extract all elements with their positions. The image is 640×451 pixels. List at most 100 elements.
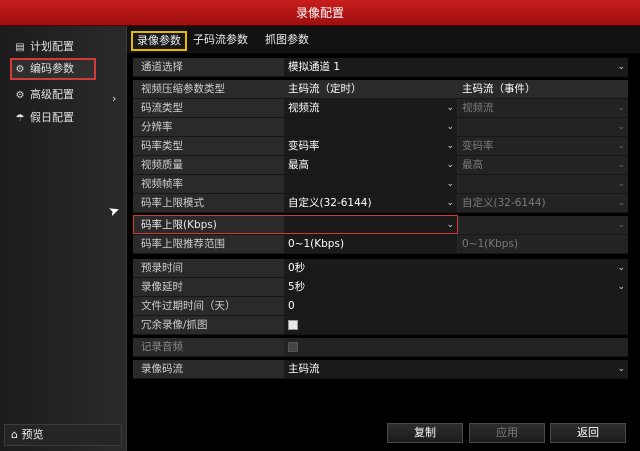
field-value: 变码率 — [288, 140, 320, 152]
frame-rate-select[interactable]: ⌄ — [284, 175, 457, 193]
sidebar-item-label: 计划配置 — [30, 40, 74, 53]
umbrella-icon: ☂ — [15, 113, 25, 124]
row-label: 码率上限模式 — [141, 197, 204, 209]
audio-row: 记录音频 — [133, 338, 628, 357]
expire-row: 文件过期时间（天） 0 — [133, 297, 628, 316]
chevron-down-icon: ⌄ — [617, 220, 625, 230]
stream-type-row: 码流类型 视频流 ⌄ 视频流 ⌄ — [133, 99, 628, 118]
chevron-down-icon: ⌄ — [617, 282, 625, 292]
audio-label: 记录音频 — [141, 341, 183, 353]
bitrate-limit-select[interactable]: ⌄ — [284, 216, 457, 234]
sidebar-item-holiday[interactable]: ☂ 假日配置 — [6, 107, 122, 129]
row-label: 分辨率 — [141, 121, 173, 133]
channel-row: 通道选择 模拟通道 1 ⌄ — [133, 58, 628, 77]
chevron-down-icon: ⌄ — [446, 122, 454, 132]
sidebar-item-label: 假日配置 — [30, 111, 74, 124]
apply-button[interactable]: 应用 — [469, 423, 545, 443]
field-value: 主码流 — [288, 363, 320, 375]
field-value: 视频流 — [462, 102, 494, 114]
chevron-down-icon: ⌄ — [617, 122, 625, 132]
bitrate-type-select[interactable]: 变码率 ⌄ — [284, 137, 457, 155]
expire-label: 文件过期时间（天） — [141, 300, 236, 312]
row-label: 视频质量 — [141, 159, 183, 171]
field-value: 0~1(Kbps) — [462, 238, 519, 250]
sidebar-item-advanced[interactable]: ⚙ 高级配置 — [6, 84, 122, 106]
bitrate-type-row: 码率类型 变码率 ⌄ 变码率 ⌄ — [133, 137, 628, 156]
chevron-down-icon: ⌄ — [617, 103, 625, 113]
chevron-down-icon: ⌄ — [617, 179, 625, 189]
field-value: 自定义(32-6144) — [462, 197, 546, 209]
advanced-icon: ⚙ — [15, 90, 25, 101]
resolution-select[interactable]: ⌄ — [284, 118, 457, 136]
chevron-down-icon: ⌄ — [617, 198, 625, 208]
stream-type-header-label: 视频压缩参数类型 — [141, 83, 225, 95]
bitrate-limit-mode-select[interactable]: 自定义(32-6144) ⌄ — [284, 194, 457, 212]
sidebar: ▤ 计划配置 ⚙ 编码参数 › ⚙ 高级配置 ☂ 假日配置 ➤ ⌂ 预览 — [0, 26, 127, 451]
prerecord-row: 预录时间 0秒 ⌄ — [133, 259, 628, 278]
tab-substream-params[interactable]: 子码流参数 — [189, 31, 252, 51]
chevron-down-icon: ⌄ — [446, 220, 454, 230]
row-label: 码率上限推荐范围 — [141, 238, 225, 250]
video-quality-event-select: 最高 ⌄ — [458, 156, 628, 174]
tab-record-params[interactable]: 录像参数 — [131, 31, 187, 51]
bitrate-range-value: 0~1(Kbps) — [284, 235, 457, 253]
home-icon: ⌂ — [11, 428, 18, 441]
video-quality-row: 视频质量 最高 ⌄ 最高 ⌄ — [133, 156, 628, 175]
field-value: 0 — [288, 300, 295, 312]
stream-type-select[interactable]: 视频流 ⌄ — [284, 99, 457, 117]
field-value: 变码率 — [462, 140, 494, 152]
bitrate-range-row: 码率上限推荐范围 0~1(Kbps) 0~1(Kbps) — [133, 235, 628, 254]
chevron-down-icon: ⌄ — [446, 160, 454, 170]
postrecord-row: 录像延时 5秒 ⌄ — [133, 278, 628, 297]
channel-value: 模拟通道 1 — [288, 61, 341, 73]
chevron-down-icon: ⌄ — [617, 141, 625, 151]
record-stream-select[interactable]: 主码流 ⌄ — [284, 360, 628, 378]
stream-header-row: 视频压缩参数类型 主码流（定时） 主码流（事件） — [133, 80, 628, 99]
field-value: 视频流 — [288, 102, 320, 114]
video-quality-select[interactable]: 最高 ⌄ — [284, 156, 457, 174]
back-button[interactable]: 返回 — [550, 423, 626, 443]
row-label: 视频帧率 — [141, 178, 183, 190]
prerecord-label: 预录时间 — [141, 262, 183, 274]
channel-label: 通道选择 — [141, 61, 183, 73]
chevron-down-icon: ⌄ — [617, 364, 625, 374]
chevron-down-icon: ⌄ — [446, 198, 454, 208]
bitrate-type-event-select: 变码率 ⌄ — [458, 137, 628, 155]
row-label: 码率上限(Kbps) — [141, 219, 217, 231]
field-value: 自定义(32-6144) — [288, 197, 372, 209]
stream-type-event-select: 视频流 ⌄ — [458, 99, 628, 117]
bitrate-limit-mode-row: 码率上限模式 自定义(32-6144) ⌄ 自定义(32-6144) ⌄ — [133, 194, 628, 213]
tab-bar: 录像参数 子码流参数 抓图参数 — [127, 26, 640, 53]
field-value: 最高 — [288, 159, 309, 171]
chevron-down-icon: ⌄ — [446, 103, 454, 113]
sidebar-item-encode[interactable]: ⚙ 编码参数 — [10, 58, 96, 80]
window-title: 录像配置 — [0, 0, 640, 26]
bitrate-limit-row: 码率上限(Kbps) ⌄ ⌄ — [133, 216, 628, 235]
sidebar-item-schedule[interactable]: ▤ 计划配置 — [6, 36, 122, 58]
postrecord-label: 录像延时 — [141, 281, 183, 293]
row-label: 码流类型 — [141, 102, 183, 114]
field-value: 最高 — [462, 159, 483, 171]
audio-cell — [284, 338, 628, 356]
col-header-scheduled: 主码流（定时） — [284, 80, 457, 98]
redundant-label: 冗余录像/抓图 — [141, 319, 208, 331]
schedule-icon: ▤ — [15, 42, 25, 53]
postrecord-select[interactable]: 5秒 ⌄ — [284, 278, 628, 296]
resolution-row: 分辨率 ⌄ ⌄ — [133, 118, 628, 137]
preview-label: 预览 — [21, 428, 44, 441]
record-stream-label: 录像码流 — [141, 363, 183, 375]
chevron-down-icon: ⌄ — [446, 141, 454, 151]
tab-capture-params[interactable]: 抓图参数 — [261, 31, 313, 51]
field-value: 0~1(Kbps) — [288, 238, 345, 250]
record-stream-row: 录像码流 主码流 ⌄ — [133, 360, 628, 379]
frame-rate-row: 视频帧率 ⌄ ⌄ — [133, 175, 628, 194]
prerecord-select[interactable]: 0秒 ⌄ — [284, 259, 628, 277]
redundant-checkbox[interactable] — [288, 320, 298, 330]
field-value: 0秒 — [288, 262, 306, 274]
col-header-event: 主码流（事件） — [458, 80, 628, 98]
channel-select[interactable]: 模拟通道 1 ⌄ — [284, 58, 628, 76]
field-value: 5秒 — [288, 281, 306, 293]
expire-input[interactable]: 0 — [284, 297, 628, 315]
copy-button[interactable]: 复制 — [387, 423, 463, 443]
preview-button[interactable]: ⌂ 预览 — [4, 424, 122, 446]
